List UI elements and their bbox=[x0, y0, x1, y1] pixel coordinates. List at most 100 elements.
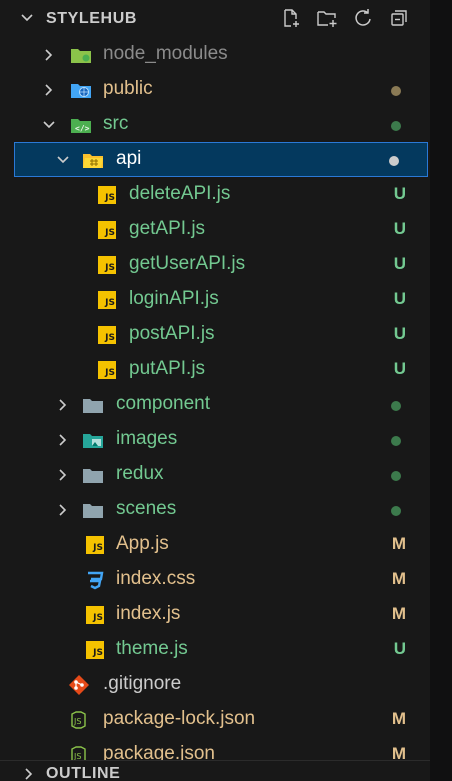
json-file-icon: JS bbox=[68, 710, 90, 730]
folder-item-images[interactable]: images bbox=[0, 422, 430, 457]
tree-item-label: getAPI.js bbox=[129, 218, 206, 239]
file-item-postapi-js[interactable]: JS postAPI.js U bbox=[0, 317, 430, 352]
svg-text:</>: </> bbox=[75, 124, 90, 133]
js-file-icon: JS bbox=[96, 360, 118, 380]
explorer-panel: STYLEHUB node_modules public </> src api… bbox=[0, 0, 430, 781]
folder-node-icon bbox=[70, 45, 92, 65]
git-status-badge: U bbox=[393, 324, 406, 343]
folder-item-scenes[interactable]: scenes bbox=[0, 492, 430, 527]
file-item-index-js[interactable]: JS index.js M bbox=[0, 597, 430, 632]
chevron-right-icon[interactable] bbox=[56, 433, 70, 452]
file-item-index-css[interactable]: index.css M bbox=[0, 562, 430, 597]
chevron-right-icon[interactable] bbox=[56, 398, 70, 417]
chevron-right-icon[interactable] bbox=[56, 468, 70, 487]
tree-item-label: public bbox=[103, 78, 153, 99]
outline-section-header[interactable]: OUTLINE bbox=[0, 760, 430, 781]
folder-images-icon bbox=[82, 430, 104, 450]
git-status-dot bbox=[391, 121, 401, 131]
git-status-badge: U bbox=[393, 639, 406, 658]
explorer-title: STYLEHUB bbox=[46, 10, 138, 27]
chevron-down-icon[interactable] bbox=[56, 153, 70, 172]
file-item-deleteapi-js[interactable]: JS deleteAPI.js U bbox=[0, 177, 430, 212]
tree-item-label: images bbox=[116, 428, 178, 449]
css-file-icon bbox=[84, 570, 106, 590]
tree-item-label: node_modules bbox=[103, 43, 228, 64]
file-item-getapi-js[interactable]: JS getAPI.js U bbox=[0, 212, 430, 247]
svg-text:JS: JS bbox=[73, 717, 81, 726]
git-status-badge: U bbox=[393, 184, 406, 203]
js-file-icon: JS bbox=[96, 290, 118, 310]
git-status-badge: M bbox=[391, 534, 406, 553]
file-tree: node_modulespublic </> src api JS deleteAPI.j… bbox=[0, 37, 430, 772]
git-status-dot bbox=[391, 436, 401, 446]
chevron-right-icon[interactable] bbox=[42, 83, 56, 102]
folder-item-redux[interactable]: redux bbox=[0, 457, 430, 492]
chevron-down-icon[interactable] bbox=[20, 11, 34, 30]
tree-item-label: postAPI.js bbox=[129, 323, 215, 344]
git-status-badge: U bbox=[393, 359, 406, 378]
file-item-putapi-js[interactable]: JS putAPI.js U bbox=[0, 352, 430, 387]
tree-item-label: theme.js bbox=[116, 638, 188, 659]
chevron-right-icon[interactable] bbox=[42, 48, 56, 67]
chevron-right-icon[interactable] bbox=[56, 503, 70, 522]
git-status-badge: M bbox=[391, 709, 406, 728]
outline-title: OUTLINE bbox=[46, 765, 121, 781]
folder-icon bbox=[82, 465, 104, 485]
tree-item-label: .gitignore bbox=[103, 673, 182, 694]
folder-src-icon: </> bbox=[70, 115, 92, 135]
git-status-dot bbox=[391, 471, 401, 481]
tree-item-label: index.js bbox=[116, 603, 181, 624]
tree-item-label: package-lock.json bbox=[103, 708, 256, 729]
chevron-down-icon[interactable] bbox=[42, 118, 56, 137]
explorer-actions bbox=[280, 7, 410, 29]
folder-public-icon bbox=[70, 80, 92, 100]
tree-item-label: App.js bbox=[116, 533, 169, 554]
git-status-dot bbox=[391, 401, 401, 411]
tree-item-label: loginAPI.js bbox=[129, 288, 219, 309]
js-file-icon: JS bbox=[84, 640, 106, 660]
git-file-icon bbox=[68, 675, 90, 695]
js-file-icon: JS bbox=[96, 220, 118, 240]
new-file-icon[interactable] bbox=[280, 7, 302, 29]
explorer-header[interactable]: STYLEHUB bbox=[0, 0, 430, 36]
folder-item-component[interactable]: component bbox=[0, 387, 430, 422]
folder-icon bbox=[82, 500, 104, 520]
tree-item-label: getUserAPI.js bbox=[129, 253, 246, 274]
file-item-app-js[interactable]: JS App.js M bbox=[0, 527, 430, 562]
tree-item-label: component bbox=[116, 393, 211, 414]
file-item-package-lock-json[interactable]: JS package-lock.json M bbox=[0, 702, 430, 737]
folder-item-src[interactable]: </> src bbox=[0, 107, 430, 142]
folder-icon bbox=[82, 395, 104, 415]
js-file-icon: JS bbox=[96, 325, 118, 345]
file-item-getuserapi-js[interactable]: JS getUserAPI.js U bbox=[0, 247, 430, 282]
git-status-badge: M bbox=[391, 569, 406, 588]
tree-item-label: putAPI.js bbox=[129, 358, 206, 379]
file-item-gitignore[interactable]: .gitignore bbox=[0, 667, 430, 702]
new-folder-icon[interactable] bbox=[316, 7, 338, 29]
collapse-all-icon[interactable] bbox=[388, 7, 410, 29]
file-item-theme-js[interactable]: JS theme.js U bbox=[0, 632, 430, 667]
js-file-icon: JS bbox=[96, 185, 118, 205]
git-status-dot bbox=[389, 156, 399, 166]
folder-api-icon bbox=[82, 150, 104, 170]
file-item-loginapi-js[interactable]: JS loginAPI.js U bbox=[0, 282, 430, 317]
tree-item-label: deleteAPI.js bbox=[129, 183, 231, 204]
git-status-badge: M bbox=[391, 604, 406, 623]
chevron-right-icon[interactable] bbox=[22, 767, 34, 781]
js-file-icon: JS bbox=[84, 535, 106, 555]
git-status-badge: U bbox=[393, 289, 406, 308]
tree-item-label: src bbox=[103, 113, 129, 134]
git-status-badge: U bbox=[393, 219, 406, 238]
js-file-icon: JS bbox=[96, 255, 118, 275]
refresh-icon[interactable] bbox=[352, 7, 374, 29]
folder-item-public[interactable]: public bbox=[0, 72, 430, 107]
folder-item-node-modules[interactable]: node_modules bbox=[0, 37, 430, 72]
editor-edge bbox=[430, 0, 452, 781]
tree-item-label: index.css bbox=[116, 568, 196, 589]
git-status-badge: U bbox=[393, 254, 406, 273]
git-status-dot bbox=[391, 506, 401, 516]
tree-item-label: api bbox=[116, 148, 142, 169]
js-file-icon: JS bbox=[84, 605, 106, 625]
tree-item-label: scenes bbox=[116, 498, 177, 519]
folder-item-api[interactable]: api bbox=[14, 142, 428, 177]
